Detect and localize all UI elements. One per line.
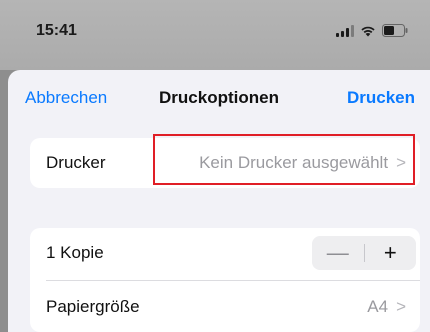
copies-stepper[interactable]: — + [312, 236, 416, 270]
print-button[interactable]: Drucken [347, 88, 415, 108]
chevron-right-icon: > [396, 297, 406, 316]
print-options-sheet: Abbrechen Druckoptionen Drucken Drucker … [8, 70, 430, 332]
nav-bar: Abbrechen Druckoptionen Drucken [8, 70, 430, 128]
increment-button[interactable]: + [365, 236, 417, 270]
highlight-box [153, 134, 415, 185]
wifi-icon [360, 25, 376, 37]
paper-size-value: A4 > [367, 297, 406, 317]
options-group: 1 Kopie — + Papiergröße A4 > [30, 228, 420, 332]
printer-label: Drucker [46, 153, 106, 172]
copies-label: 1 Kopie [46, 243, 104, 262]
status-bar: 15:41 [0, 0, 430, 70]
battery-icon [382, 24, 408, 37]
paper-size-row[interactable]: Papiergröße A4 > [30, 282, 420, 332]
copies-row: 1 Kopie — + [30, 228, 420, 278]
paper-size-value-text: A4 [367, 297, 389, 316]
decrement-button[interactable]: — [312, 236, 364, 270]
row-divider [46, 280, 420, 281]
status-icons [336, 24, 408, 37]
signal-icon [336, 24, 354, 37]
status-time: 15:41 [36, 22, 77, 39]
printer-row[interactable]: Drucker Kein Drucker ausgewählt > [30, 134, 420, 188]
printer-group: Drucker Kein Drucker ausgewählt > [30, 134, 420, 188]
paper-size-label: Papiergröße [46, 297, 140, 316]
